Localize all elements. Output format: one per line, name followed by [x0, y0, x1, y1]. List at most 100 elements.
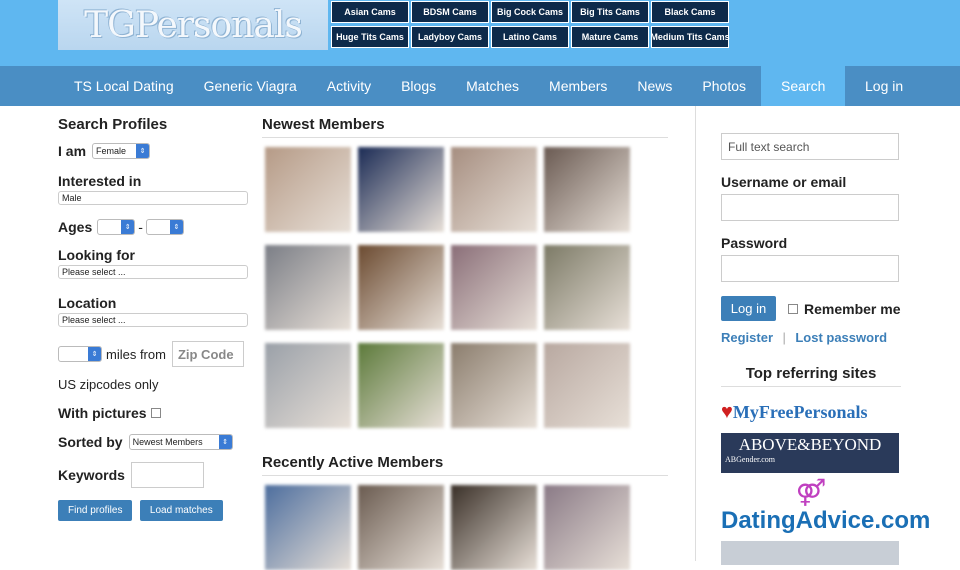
member-photo[interactable] [265, 147, 351, 232]
lost-password-link[interactable]: Lost password [795, 330, 887, 345]
member-photo[interactable] [358, 147, 444, 232]
member-photo[interactable] [265, 245, 351, 330]
newest-members-title: Newest Members [262, 116, 668, 138]
ages-label: Ages [58, 219, 93, 235]
search-profiles-panel: Search Profiles I am Female ⇕ Interested … [58, 116, 253, 521]
cam-button[interactable]: Ladyboy Cams [411, 26, 489, 48]
myfreepersonals-text: MyFreePersonals [732, 401, 868, 422]
register-link[interactable]: Register [721, 330, 773, 345]
nav-item-ts-local-dating[interactable]: TS Local Dating [0, 66, 189, 106]
cam-button[interactable]: BDSM Cams [411, 1, 489, 23]
remember-checkbox[interactable] [788, 303, 798, 314]
search-title: Search Profiles [58, 116, 168, 133]
miles-label: miles from [106, 346, 166, 362]
cam-button[interactable]: Huge Tits Cams [331, 26, 409, 48]
member-photo[interactable] [265, 485, 351, 570]
heart-icon: ♥ [721, 400, 733, 423]
datingadvice-banner[interactable]: ⚤ DatingAdvice.com [721, 477, 931, 535]
looking-select[interactable]: Please select ... [58, 265, 248, 279]
member-photo[interactable] [544, 147, 630, 232]
chevron-updown-icon: ⇕ [136, 144, 150, 158]
main-nav: TS Local Dating Generic Viagra Activity … [0, 66, 960, 106]
looking-label: Looking for [58, 247, 135, 263]
gender-symbols-icon: ⚤ [795, 477, 827, 507]
nav-item-blogs[interactable]: Blogs [386, 66, 451, 106]
nav-item-matches[interactable]: Matches [451, 66, 534, 106]
datingadvice-text: DatingAdvice.com [721, 507, 931, 534]
sorted-value: Newest Members [132, 437, 203, 447]
cam-button[interactable]: Mature Cams [571, 26, 649, 48]
sorted-label: Sorted by [58, 434, 123, 450]
abgender-text: ABGender.com [725, 455, 775, 464]
location-select[interactable]: Please select ... [58, 313, 248, 327]
cam-button[interactable]: Big Cock Cams [491, 1, 569, 23]
recent-members-grid [262, 485, 668, 570]
referring-banner-partial[interactable] [721, 541, 899, 565]
member-photo[interactable] [451, 245, 537, 330]
column-divider [695, 106, 696, 561]
chevron-updown-icon: ⇕ [169, 220, 183, 234]
miles-select[interactable]: ⇕ [58, 346, 102, 362]
member-photo[interactable] [358, 245, 444, 330]
i-am-label: I am [58, 143, 87, 159]
chevron-updown-icon: ⇕ [88, 347, 101, 361]
nav-item-search[interactable]: Search [761, 66, 846, 106]
nav-item-news[interactable]: News [622, 66, 687, 106]
cam-button[interactable]: Black Cams [651, 1, 729, 23]
nav-item-activity[interactable]: Activity [312, 66, 386, 106]
above-beyond-banner[interactable]: ABOVE&BEYOND ABGender.com [721, 433, 899, 473]
cam-button[interactable]: Asian Cams [331, 1, 409, 23]
login-panel: Full text search Username or email Passw… [721, 133, 931, 565]
i-am-value: Female [96, 146, 127, 156]
password-input[interactable] [721, 255, 899, 282]
above-beyond-text: ABOVE&BEYOND [738, 435, 882, 454]
cam-button[interactable]: Big Tits Cams [571, 1, 649, 23]
member-photo[interactable] [358, 485, 444, 570]
age-min-select[interactable]: ⇕ [97, 219, 136, 235]
zip-code-input[interactable]: Zip Code [171, 341, 244, 367]
location-value: Please select ... [62, 315, 126, 325]
link-separator: | [782, 330, 786, 345]
login-button[interactable]: Log in [721, 296, 776, 321]
nav-item-members[interactable]: Members [534, 66, 622, 106]
member-photo[interactable] [265, 343, 351, 428]
site-logo[interactable]: TGPersonals [58, 0, 328, 50]
i-am-select[interactable]: Female ⇕ [92, 143, 151, 159]
full-text-search-input[interactable]: Full text search [721, 133, 899, 160]
password-label: Password [721, 235, 788, 251]
age-max-select[interactable]: ⇕ [145, 219, 184, 235]
member-photo[interactable] [544, 485, 630, 570]
member-photo[interactable] [451, 485, 537, 570]
cam-button[interactable]: Latino Cams [491, 26, 569, 48]
username-input[interactable] [721, 194, 899, 221]
find-profiles-button[interactable]: Find profiles [58, 500, 133, 521]
member-photo[interactable] [544, 343, 630, 428]
us-zip-note: US zipcodes only [58, 377, 159, 392]
sorted-select[interactable]: Newest Members ⇕ [128, 434, 233, 450]
chevron-updown-icon: ⇕ [218, 435, 232, 449]
member-photo[interactable] [451, 147, 537, 232]
pictures-checkbox[interactable] [150, 408, 161, 418]
referring-title: Top referring sites [721, 365, 901, 387]
nav-item-photos[interactable]: Photos [687, 66, 761, 106]
username-label: Username or email [721, 174, 847, 190]
newest-members-grid [262, 147, 668, 428]
members-panel: Newest Members Recently Active Members [262, 116, 668, 570]
member-photo[interactable] [451, 343, 537, 428]
interested-label: Interested in [58, 173, 142, 189]
load-matches-button[interactable]: Load matches [139, 500, 223, 521]
interested-select[interactable]: Male [58, 191, 248, 205]
myfreepersonals-banner[interactable]: ♥ MyFreePersonals [721, 395, 901, 429]
logo-text: TGPersonals [84, 4, 303, 46]
pictures-label: With pictures [58, 405, 147, 421]
member-photo[interactable] [358, 343, 444, 428]
member-photo[interactable] [544, 245, 630, 330]
remember-label: Remember me [804, 300, 901, 317]
cam-button[interactable]: Medium Tits Cams [650, 26, 730, 48]
interested-value: Male [62, 193, 82, 203]
nav-login[interactable]: Log in [850, 66, 918, 106]
chevron-updown-icon: ⇕ [121, 220, 135, 234]
location-label: Location [58, 295, 117, 311]
keywords-input[interactable] [130, 462, 204, 488]
nav-item-generic-viagra[interactable]: Generic Viagra [189, 66, 312, 106]
